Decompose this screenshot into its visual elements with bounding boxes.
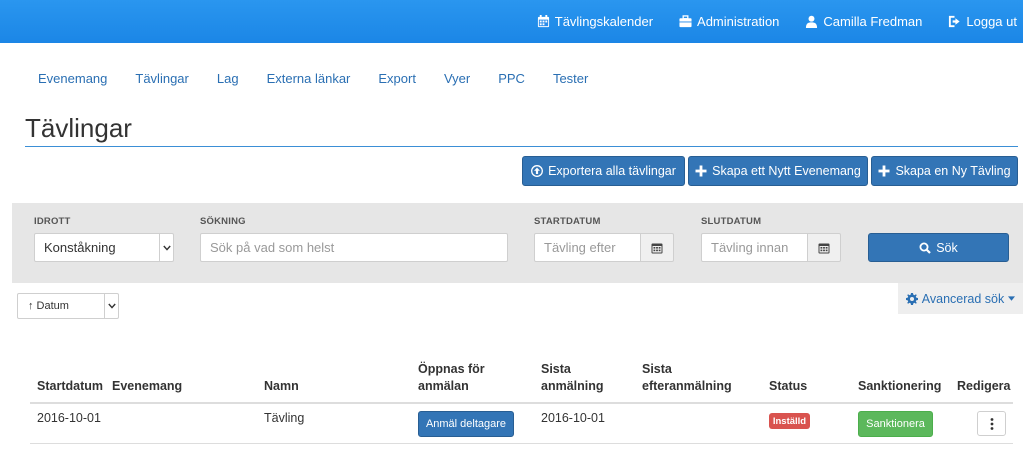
main-nav-externa-lankar[interactable]: Externa länkar	[267, 71, 351, 86]
gear-icon	[905, 292, 918, 305]
status-badge: Inställd	[769, 413, 810, 429]
column-header-opens: Öppnas för anmälan	[418, 361, 485, 395]
top-nav: Tävlingskalender Administration Camilla …	[537, 0, 1017, 43]
main-nav-lag[interactable]: Lag	[217, 71, 239, 86]
sort-select-value: ↑ Datum	[28, 300, 69, 312]
column-header-last-registration: Sista anmälning	[541, 361, 604, 395]
main-nav-export[interactable]: Export	[378, 71, 416, 86]
table-row-divider	[30, 443, 1013, 444]
briefcase-icon	[679, 15, 692, 28]
column-header-event: Evenemang	[112, 379, 183, 393]
start-date-picker-button[interactable]	[640, 233, 674, 262]
user-icon	[806, 15, 818, 28]
nav-logout[interactable]: Logga ut	[948, 14, 1017, 29]
more-vertical-icon	[990, 417, 993, 430]
create-competition-button[interactable]: Skapa en Ny Tävling	[871, 156, 1018, 186]
column-header-name: Namn	[264, 379, 299, 393]
sanction-button[interactable]: Sanktionera	[858, 411, 933, 437]
export-all-button[interactable]: Exportera alla tävlingar	[522, 156, 685, 186]
sport-select[interactable]: Konståkning	[34, 233, 174, 262]
column-header-last-line2: anmälning	[541, 379, 604, 393]
start-date-label: STARTDATUM	[534, 216, 601, 227]
end-date-input[interactable]: Tävling innan	[701, 233, 808, 262]
main-nav: Evenemang Tävlingar Lag Externa länkar E…	[38, 71, 616, 86]
column-header-late-registration: Sista efteranmälning	[642, 361, 732, 395]
chevron-down-icon	[104, 294, 118, 318]
nav-competition-calendar[interactable]: Tävlingskalender	[537, 14, 653, 29]
nav-competition-calendar-label: Tävlingskalender	[554, 14, 654, 29]
create-event-button[interactable]: Skapa ett Nytt Evenemang	[688, 156, 868, 186]
main-nav-ppc[interactable]: PPC	[498, 71, 525, 86]
main-nav-vyer[interactable]: Vyer	[444, 71, 470, 86]
row-actions-button[interactable]	[977, 411, 1006, 436]
create-event-label: Skapa ett Nytt Evenemang	[712, 164, 861, 178]
end-date-placeholder: Tävling innan	[711, 240, 789, 255]
sort-select[interactable]: ↑ Datum	[17, 293, 119, 319]
nav-user-name: Camilla Fredman	[823, 14, 923, 29]
start-date-placeholder: Tävling efter	[544, 240, 616, 255]
row-name: Tävling	[264, 411, 305, 425]
register-participants-button[interactable]: Anmäl deltagare	[418, 411, 514, 437]
calendar-icon	[818, 243, 830, 253]
top-navbar: Tävlingskalender Administration Camilla …	[0, 0, 1023, 43]
title-divider	[25, 146, 1018, 147]
calendar-icon	[537, 15, 549, 28]
advanced-search-label: Avancerad sök	[921, 291, 1005, 306]
nav-administration-label: Administration	[697, 14, 780, 29]
search-input-placeholder: Sök på vad som helst	[210, 240, 335, 255]
search-input[interactable]: Sök på vad som helst	[200, 233, 508, 262]
search-icon	[919, 242, 931, 254]
end-date-label: SLUTDATUM	[701, 216, 762, 227]
main-nav-evenemang[interactable]: Evenemang	[38, 71, 107, 86]
column-header-opens-line2: anmälan	[418, 379, 469, 393]
sport-label: IDROTT	[34, 216, 71, 227]
chevron-down-icon	[159, 234, 173, 261]
calendar-icon	[651, 243, 663, 253]
nav-user-profile[interactable]: Camilla Fredman	[805, 14, 922, 29]
start-date-input[interactable]: Tävling efter	[534, 233, 641, 262]
nav-logout-label: Logga ut	[966, 14, 1017, 29]
column-header-late-line2: efteranmälning	[642, 379, 732, 393]
create-competition-label: Skapa en Ny Tävling	[895, 164, 1011, 178]
page-title: Tävlingar	[25, 113, 132, 143]
plus-icon	[695, 165, 707, 177]
caret-down-icon	[1008, 296, 1016, 301]
row-last-registration: 2016-10-01	[541, 411, 605, 425]
column-header-last-line1: Sista	[541, 362, 571, 376]
search-label: SÖKNING	[200, 216, 246, 227]
column-header-opens-line1: Öppnas för	[418, 362, 485, 376]
row-start-date: 2016-10-01	[37, 411, 101, 425]
column-header-start-date: Startdatum	[37, 379, 103, 393]
nav-administration[interactable]: Administration	[679, 14, 779, 29]
column-header-sanction: Sanktionering	[858, 379, 942, 393]
upload-circle-icon	[531, 165, 544, 177]
end-date-picker-button[interactable]	[807, 233, 841, 262]
advanced-search-toggle[interactable]: Avancerad sök	[898, 283, 1023, 314]
plus-icon	[878, 165, 890, 177]
search-button-label: Sök	[936, 240, 958, 255]
sport-select-value: Konståkning	[44, 240, 116, 255]
column-header-late-line1: Sista	[642, 362, 672, 376]
logout-icon	[949, 15, 960, 28]
main-nav-tavlingar[interactable]: Tävlingar	[135, 71, 188, 86]
main-nav-tester[interactable]: Tester	[553, 71, 588, 86]
search-button[interactable]: Sök	[868, 233, 1009, 262]
column-header-edit: Redigera	[957, 379, 1011, 393]
column-header-status: Status	[769, 379, 808, 393]
export-all-label: Exportera alla tävlingar	[548, 164, 676, 178]
table-header-divider	[30, 402, 1013, 404]
filter-panel: IDROTT Konståkning SÖKNING Sök på vad so…	[12, 203, 1023, 283]
